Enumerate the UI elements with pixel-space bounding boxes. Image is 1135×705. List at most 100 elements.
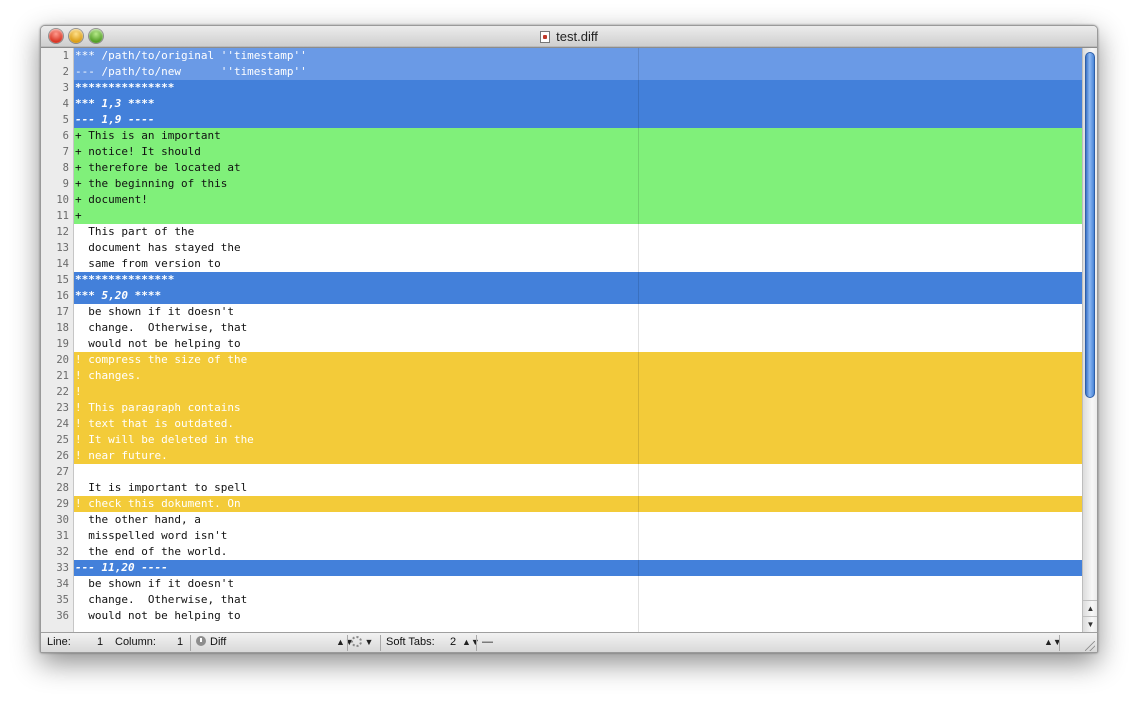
line-number[interactable]: 6 (41, 128, 69, 144)
line-number[interactable]: 28 (41, 480, 69, 496)
code-line[interactable]: + notice! It should (74, 144, 1082, 160)
scroll-up-arrow-icon[interactable]: ▲ (1083, 600, 1097, 617)
line-number[interactable]: 18 (41, 320, 69, 336)
code-line[interactable]: + (74, 208, 1082, 224)
line-number[interactable]: 14 (41, 256, 69, 272)
line-number[interactable]: 30 (41, 512, 69, 528)
line-number[interactable]: 19 (41, 336, 69, 352)
code-line[interactable]: This part of the (74, 224, 1082, 240)
code-line[interactable] (74, 464, 1082, 480)
line-number[interactable]: 20 (41, 352, 69, 368)
code-line[interactable]: --- /path/to/new ''timestamp'' (74, 64, 1082, 80)
line-number[interactable]: 27 (41, 464, 69, 480)
line-number[interactable]: 5 (41, 112, 69, 128)
code-line[interactable]: ! changes. (74, 368, 1082, 384)
code-line[interactable]: *************** (74, 80, 1082, 96)
line-number[interactable]: 15 (41, 272, 69, 288)
line-number[interactable]: 35 (41, 592, 69, 608)
text-area[interactable]: would not be helping to change. Otherwis… (74, 48, 1082, 632)
code-line[interactable]: *** 1,3 **** (74, 96, 1082, 112)
code-line[interactable]: *** /path/to/original ''timestamp'' (74, 48, 1082, 64)
title-bar[interactable]: test.diff (41, 26, 1097, 48)
line-number[interactable]: 4 (41, 96, 69, 112)
line-number[interactable]: 10 (41, 192, 69, 208)
code-line[interactable]: change. Otherwise, that (74, 320, 1082, 336)
code-line[interactable]: would not be helping to (74, 336, 1082, 352)
line-number[interactable]: 12 (41, 224, 69, 240)
line-number[interactable]: 33 (41, 560, 69, 576)
line-number[interactable]: 23 (41, 400, 69, 416)
line-number[interactable]: 9 (41, 176, 69, 192)
resize-grip-icon[interactable] (1085, 641, 1095, 651)
vertical-scrollbar[interactable]: ▲ ▼ (1082, 48, 1097, 632)
code-line[interactable]: + the beginning of this (74, 176, 1082, 192)
scroll-down-arrow-icon[interactable]: ▼ (1083, 616, 1097, 632)
code-line[interactable]: *** 5,20 **** (74, 288, 1082, 304)
line-number[interactable]: 29 (41, 496, 69, 512)
code-line[interactable]: the end of the world. (74, 544, 1082, 560)
line-number[interactable]: 11 (41, 208, 69, 224)
gear-icon (351, 636, 362, 647)
language-value: Diff (210, 636, 227, 648)
line-number[interactable]: 21 (41, 368, 69, 384)
code-line[interactable]: ! This paragraph contains (74, 400, 1082, 416)
text-editor[interactable]: 1 2 3 4 5 6 7 8 9 10 11 12 13 14 15 16 17 18 19 20 21 22 23 24 2… (41, 48, 1097, 632)
code-line[interactable]: misspelled word isn't (74, 528, 1082, 544)
line-number[interactable]: 8 (41, 160, 69, 176)
code-line[interactable]: the other hand, a (74, 512, 1082, 528)
code-line[interactable]: + This is an important (74, 128, 1082, 144)
code-line[interactable]: be shown if it doesn't (74, 576, 1082, 592)
status-divider (190, 635, 191, 651)
code-line[interactable]: --- 1,9 ---- (74, 112, 1082, 128)
code-line[interactable]: ! compress the size of the (74, 352, 1082, 368)
code-line[interactable]: It is important to spell (74, 480, 1082, 496)
code-line[interactable]: --- 11,20 ---- (74, 560, 1082, 576)
code-line[interactable]: ! It will be deleted in the (74, 432, 1082, 448)
code-line[interactable]: same from version to (74, 256, 1082, 272)
line-number[interactable]: 16 (41, 288, 69, 304)
line-number[interactable]: 26 (41, 448, 69, 464)
line-value: 1 (97, 636, 104, 648)
symbol-value: — (482, 636, 493, 648)
line-number[interactable]: 24 (41, 416, 69, 432)
column-value: 1 (177, 636, 184, 648)
soft-tabs-arrows-icon[interactable]: ▲▼ (462, 633, 480, 652)
wrap-column-guide (638, 48, 639, 632)
line-number[interactable]: 34 (41, 576, 69, 592)
line-label: Line: (47, 636, 71, 648)
language-popup[interactable]: Diff (196, 633, 346, 652)
line-number[interactable]: 7 (41, 144, 69, 160)
line-number[interactable]: 2 (41, 64, 69, 80)
line-number[interactable]: 17 (41, 304, 69, 320)
column-label: Column: (115, 636, 156, 648)
code-line[interactable]: be shown if it doesn't (74, 304, 1082, 320)
status-divider (380, 635, 381, 651)
code-line[interactable]: change. Otherwise, that (74, 592, 1082, 608)
code-line[interactable]: *************** (74, 272, 1082, 288)
code-line[interactable]: ! text that is outdated. (74, 416, 1082, 432)
code-line[interactable]: document has stayed the (74, 240, 1082, 256)
line-number[interactable]: 1 (41, 48, 69, 64)
line-number[interactable]: 22 (41, 384, 69, 400)
code-line[interactable]: ! check this dokument. On (74, 496, 1082, 512)
code-line[interactable]: ! near future. (74, 448, 1082, 464)
soft-tabs-label[interactable]: Soft Tabs: (386, 633, 435, 652)
code-line[interactable]: would not be helping to (74, 608, 1082, 624)
line-number[interactable]: 25 (41, 432, 69, 448)
bundle-menu[interactable]: ▼ (351, 633, 373, 652)
window-title: test.diff (41, 29, 1097, 44)
line-number[interactable]: 36 (41, 608, 69, 624)
scrollbar-thumb[interactable] (1085, 52, 1095, 398)
soft-tabs-value[interactable]: 2 (450, 633, 456, 652)
line-number-gutter[interactable]: 1 2 3 4 5 6 7 8 9 10 11 12 13 14 15 16 17 18 19 20 21 22 23 24 2… (41, 48, 74, 632)
diff-document-icon (540, 31, 551, 43)
line-number[interactable]: 32 (41, 544, 69, 560)
symbol-popup[interactable]: — (482, 633, 1052, 652)
editor-window: test.diff 1 2 3 4 5 6 7 8 9 10 11 12 13 14 15 16 17 18 19 2… (40, 25, 1098, 653)
line-number[interactable]: 3 (41, 80, 69, 96)
line-number[interactable]: 13 (41, 240, 69, 256)
code-line[interactable]: + document! (74, 192, 1082, 208)
code-line[interactable]: + therefore be located at (74, 160, 1082, 176)
code-line[interactable]: ! (74, 384, 1082, 400)
line-number[interactable]: 31 (41, 528, 69, 544)
